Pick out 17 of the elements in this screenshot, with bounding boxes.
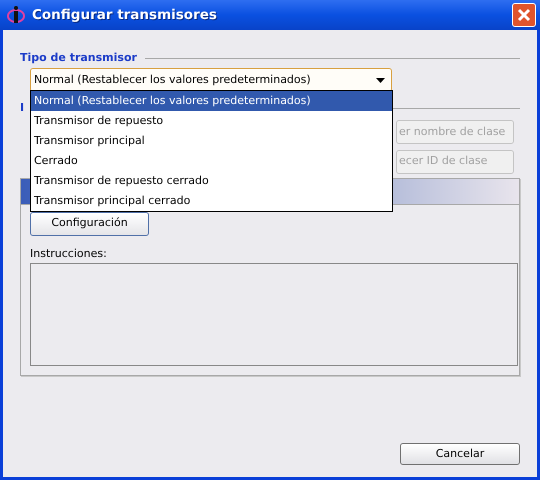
close-button[interactable] — [512, 3, 536, 27]
dropdown-option[interactable]: Transmisor de repuesto — [31, 111, 392, 131]
dropdown-option[interactable]: Transmisor principal cerrado — [31, 191, 392, 211]
cancel-button[interactable]: Cancelar — [400, 443, 520, 465]
configuration-button[interactable]: Configuración — [30, 212, 149, 236]
group-label: Tipo de transmisor — [20, 50, 137, 66]
app-icon — [6, 5, 26, 25]
dropdown-option[interactable]: Transmisor de repuesto cerrado — [31, 171, 392, 191]
dropdown-option[interactable]: Normal (Restablecer los valores predeterminados) — [31, 91, 392, 111]
instructions-label: Instrucciones: — [30, 246, 108, 262]
close-icon — [516, 7, 532, 23]
window-title: Configurar transmisores — [32, 6, 218, 25]
caret-icon — [376, 78, 385, 82]
dropdown-option[interactable]: Transmisor principal — [31, 131, 392, 151]
group-label: I — [20, 100, 24, 116]
type-dropdown[interactable]: Normal (Restablecer los valores predeterminados) — [30, 68, 392, 92]
dropdown-option[interactable]: Cerrado — [31, 151, 392, 171]
